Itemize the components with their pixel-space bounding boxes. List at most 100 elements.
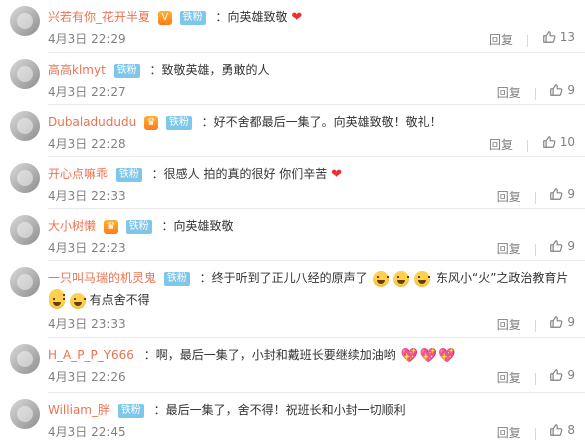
- comment-text: ：向英雄致敬: [215, 10, 288, 24]
- comment-actions: 回复 13: [489, 30, 575, 48]
- fan-badge: 铁粉: [165, 115, 192, 130]
- action-separator: [526, 139, 528, 152]
- like-button[interactable]: 10: [542, 135, 575, 149]
- avatar[interactable]: [10, 111, 40, 141]
- fan-badge: 铁粉: [163, 271, 190, 286]
- heart-icon: ❤: [331, 167, 343, 182]
- comment-line: 开心点嘛乖 铁粉 ：很感人 拍的真的很好 你们辛苦 ❤: [48, 165, 577, 183]
- timestamp: 4月3日 23:33: [48, 317, 126, 331]
- comment-text: 有点舍不得: [89, 293, 150, 307]
- reply-button[interactable]: 回复: [497, 426, 521, 440]
- like-button[interactable]: 9: [549, 368, 575, 382]
- crying-emoji: [49, 292, 65, 309]
- comment-actions: 回复 9: [497, 239, 575, 257]
- like-count: 9: [567, 187, 575, 201]
- action-separator: [534, 427, 536, 440]
- timestamp: 4月3日 22:28: [48, 137, 126, 151]
- like-count: 8: [567, 423, 575, 437]
- avatar[interactable]: [10, 6, 40, 36]
- comment-item: Dubaladududu ♛ 铁粉 ：好不舍都最后一集了。向英雄致敬！敬礼！ 4…: [0, 111, 585, 159]
- like-button[interactable]: 13: [542, 30, 575, 44]
- action-separator: [534, 372, 536, 385]
- username[interactable]: 一只叫马瑞的机灵鬼: [48, 271, 156, 285]
- like-count: 13: [559, 30, 575, 44]
- like-button[interactable]: 9: [549, 239, 575, 253]
- timestamp: 4月3日 22:23: [48, 241, 126, 255]
- timestamp: 4月3日 22:26: [48, 370, 126, 384]
- comment-actions: 回复 9: [497, 187, 575, 205]
- like-count: 10: [559, 135, 575, 149]
- sparkling-heart-icon: 💖: [400, 347, 419, 364]
- verified-icon: V: [157, 10, 172, 25]
- like-button[interactable]: 9: [549, 315, 575, 329]
- divider: [48, 52, 585, 53]
- comment-item: 兴若有你_花开半夏 V 铁粉 ：向英雄致敬 ❤ 4月3日 22:29 回复 13: [0, 6, 585, 54]
- comment-item: H_A_P_P_Y666 ：啊，最后一集了，小封和戴班长要继续加油哟 💖 💖 💖…: [0, 344, 585, 392]
- thumbs-up-icon: [550, 188, 563, 200]
- comment-item: 高高klmyt 铁粉 ：致敬英雄，勇敢的人 4月3日 22:27 回复 9: [0, 59, 585, 107]
- divider: [48, 208, 585, 209]
- like-button[interactable]: 9: [549, 83, 575, 97]
- reply-button[interactable]: 回复: [497, 86, 521, 100]
- username[interactable]: H_A_P_P_Y666: [48, 348, 134, 362]
- crying-emoji: [69, 292, 86, 309]
- action-separator: [526, 34, 528, 47]
- reply-button[interactable]: 回复: [497, 190, 521, 204]
- like-count: 9: [567, 239, 575, 253]
- avatar[interactable]: [10, 59, 40, 89]
- fan-badge: 铁粉: [115, 167, 142, 182]
- username[interactable]: 高高klmyt: [48, 63, 106, 77]
- reply-button[interactable]: 回复: [497, 371, 521, 385]
- thumbs-up-icon: [550, 369, 563, 381]
- like-button[interactable]: 9: [549, 187, 575, 201]
- avatar[interactable]: [10, 215, 40, 245]
- comment-actions: 回复 8: [497, 423, 575, 441]
- comment-line: William_胖 铁粉 ：最后一集了，舍不得！祝班长和小封一切顺利: [48, 401, 577, 419]
- avatar[interactable]: [10, 344, 40, 374]
- username[interactable]: 开心点嘛乖: [48, 167, 108, 181]
- heart-icon: ❤: [291, 10, 303, 25]
- reply-button[interactable]: 回复: [489, 138, 513, 152]
- laughing-emoji: [414, 270, 431, 287]
- comment-list: 兴若有你_花开半夏 V 铁粉 ：向英雄致敬 ❤ 4月3日 22:29 回复 13…: [0, 0, 585, 443]
- comment-item: 开心点嘛乖 铁粉 ：很感人 拍的真的很好 你们辛苦 ❤ 4月3日 22:33 回…: [0, 163, 585, 211]
- fan-badge: 铁粉: [179, 10, 206, 25]
- thumbs-up-icon: [550, 84, 563, 96]
- timestamp: 4月3日 22:45: [48, 425, 126, 439]
- reply-button[interactable]: 回复: [497, 318, 521, 332]
- comment-actions: 回复 10: [489, 135, 575, 153]
- laughing-emoji: [372, 270, 389, 287]
- username[interactable]: William_胖: [48, 403, 110, 417]
- like-count: 9: [567, 315, 575, 329]
- comment-line-2: 有点舍不得: [48, 291, 150, 309]
- fan-badge: 铁粉: [125, 219, 152, 234]
- reply-button[interactable]: 回复: [489, 33, 513, 47]
- sparkling-heart-icon: 💖: [419, 347, 437, 364]
- avatar[interactable]: [10, 163, 40, 193]
- divider: [48, 104, 585, 105]
- comment-text: ：最后一集了，舍不得！祝班长和小封一切顺利: [153, 403, 406, 417]
- comment-text: ：好不舍都最后一集了。向英雄致敬！敬礼！: [201, 115, 442, 129]
- like-button[interactable]: 8: [549, 423, 575, 437]
- avatar[interactable]: [10, 267, 40, 297]
- username[interactable]: 大小树懒: [48, 219, 96, 233]
- comment-line: Dubaladududu ♛ 铁粉 ：好不舍都最后一集了。向英雄致敬！敬礼！: [48, 113, 577, 131]
- comment-item: 一只叫马瑞的机灵鬼 铁粉 ：终于听到了正儿八经的原声了 东风小“火”之政治教育片…: [0, 267, 585, 337]
- username[interactable]: 兴若有你_花开半夏: [48, 10, 150, 24]
- timestamp: 4月3日 22:33: [48, 189, 126, 203]
- comment-line: H_A_P_P_Y666 ：啊，最后一集了，小封和戴班长要继续加油哟 💖 💖 💖: [48, 346, 577, 364]
- fan-badge: 铁粉: [113, 63, 140, 78]
- comment-text: ：很感人 拍的真的很好 你们辛苦: [151, 167, 328, 181]
- username[interactable]: Dubaladududu: [48, 115, 136, 129]
- laughing-emoji: [393, 270, 410, 287]
- reply-button[interactable]: 回复: [497, 242, 521, 256]
- thumbs-up-icon: [550, 424, 563, 436]
- comment-text: ：终于听到了正儿八经的原声了: [199, 271, 368, 285]
- comment-line: 高高klmyt 铁粉 ：致敬英雄，勇敢的人: [48, 61, 577, 79]
- comment-actions: 回复 9: [497, 315, 575, 333]
- comment-item: 大小树懒 ♛ 铁粉 ：向英雄致敬 4月3日 22:23 回复 9: [0, 215, 585, 263]
- crown-icon: ♛: [144, 115, 158, 130]
- avatar[interactable]: [10, 399, 40, 429]
- comment-line: 兴若有你_花开半夏 V 铁粉 ：向英雄致敬 ❤: [48, 8, 577, 26]
- thumbs-up-icon: [542, 136, 556, 148]
